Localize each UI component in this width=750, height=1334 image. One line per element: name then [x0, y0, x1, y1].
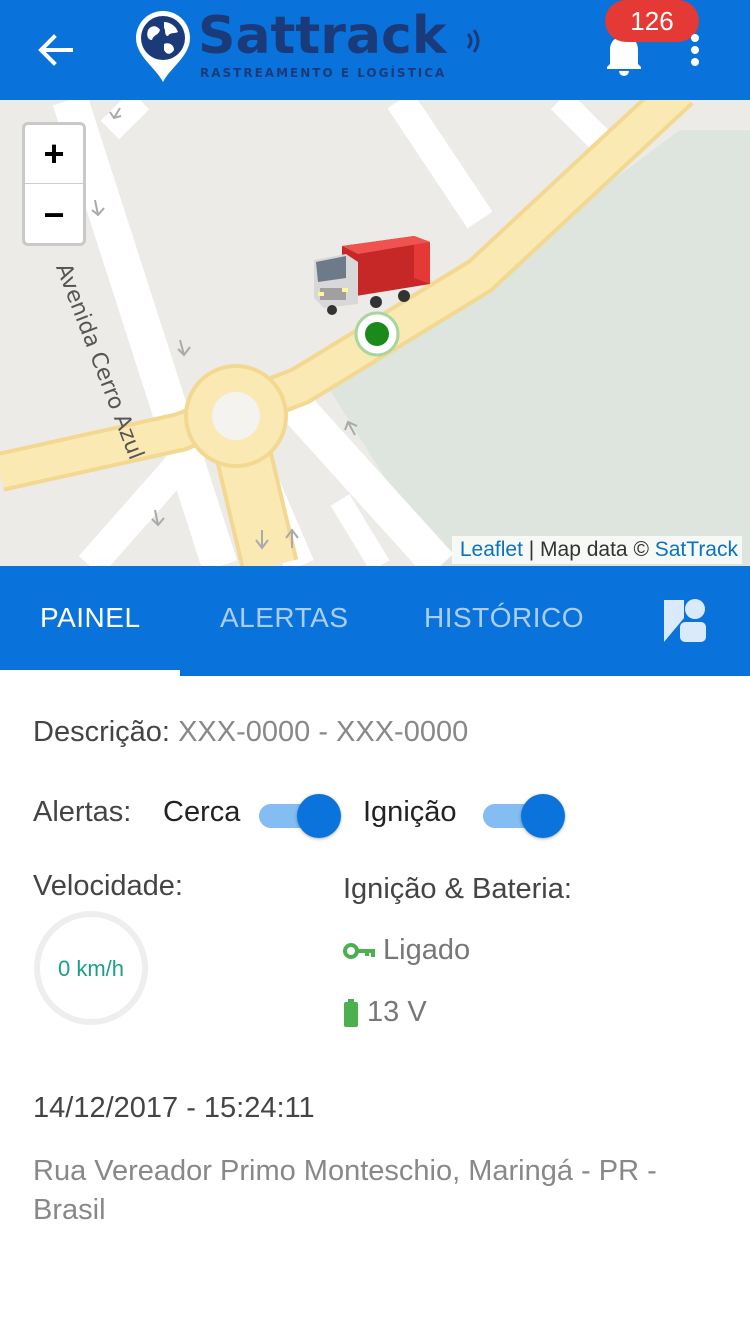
- map-view[interactable]: Avenida Cerro Azul + − Leaflet | Map dat…: [0, 100, 750, 566]
- app-header: Sattrack RASTREAMENTO E LOGÍSTICA 126: [0, 0, 750, 100]
- battery-icon: [344, 998, 358, 1027]
- speed-label: Velocidade:: [33, 870, 183, 902]
- fence-label: Cerca: [163, 796, 241, 828]
- alerts-label: Alertas:: [33, 796, 132, 828]
- zoom-in-button[interactable]: +: [25, 125, 83, 184]
- truck-icon: [314, 236, 430, 315]
- attribution-separator: | Map data ©: [522, 538, 655, 561]
- fence-toggle-knob: [297, 794, 341, 838]
- tab-historico[interactable]: HISTÓRICO: [424, 602, 584, 634]
- logo-title: Sattrack: [198, 6, 447, 66]
- more-vertical-icon: [691, 34, 699, 66]
- vehicle-marker[interactable]: [312, 232, 434, 316]
- ignition-battery-label: Ignição & Bateria:: [343, 873, 572, 905]
- ignition-toggle[interactable]: [483, 794, 565, 838]
- tab-alertas[interactable]: ALERTAS: [220, 602, 349, 634]
- tab-bar: PAINEL ALERTAS HISTÓRICO: [0, 566, 750, 676]
- tab-profile-button[interactable]: [660, 596, 710, 644]
- alerts-row: Alertas: Cerca Ignição: [33, 794, 633, 838]
- speed-value: 0 km/h: [57, 956, 125, 981]
- zoom-control: + −: [22, 122, 86, 246]
- logo-subtitle: RASTREAMENTO E LOGÍSTICA: [200, 66, 447, 80]
- back-arrow-icon: [38, 34, 73, 66]
- green-dot-icon: [354, 311, 400, 357]
- provider-link[interactable]: SatTrack: [655, 538, 738, 561]
- last-update-datetime: 14/12/2017 - 15:24:11: [33, 1092, 315, 1124]
- battery-row: 13 V: [343, 996, 427, 1029]
- description-label: Descrição:: [33, 716, 170, 748]
- logo-pin-globe-icon: [136, 11, 190, 82]
- key-icon: [343, 942, 375, 959]
- app-logo: Sattrack RASTREAMENTO E LOGÍSTICA: [134, 6, 484, 86]
- battery-value: 13 V: [367, 996, 427, 1028]
- vehicle-address: Rua Vereador Primo Monteschio, Maringá -…: [33, 1155, 657, 1226]
- back-button[interactable]: [30, 28, 80, 72]
- ignition-toggle-knob: [521, 794, 565, 838]
- active-tab-indicator: [0, 670, 180, 676]
- zoom-out-button[interactable]: −: [25, 185, 83, 244]
- position-marker[interactable]: [354, 311, 400, 357]
- ignition-status: Ligado: [383, 934, 471, 966]
- leaflet-link[interactable]: Leaflet: [460, 538, 523, 561]
- ignition-alert-label: Ignição: [363, 796, 457, 828]
- map-attribution: Leaflet | Map data © SatTrack: [451, 536, 742, 564]
- user-shapes-icon: [664, 599, 706, 642]
- signal-waves-icon: [466, 29, 480, 53]
- description-value: XXX-0000 - XXX-0000: [178, 716, 469, 748]
- tab-painel[interactable]: PAINEL: [40, 602, 141, 634]
- more-options-button[interactable]: [680, 30, 710, 74]
- fence-toggle[interactable]: [259, 794, 341, 838]
- ignition-status-row: Ligado: [343, 934, 470, 967]
- description-row: Descrição: XXX-0000 - XXX-0000: [33, 716, 468, 749]
